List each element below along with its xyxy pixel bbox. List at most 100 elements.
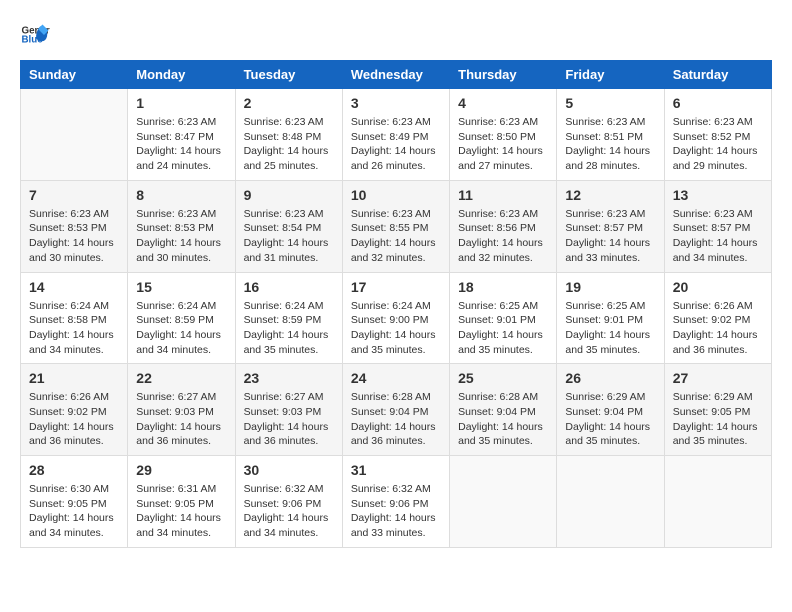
- calendar-day-cell: 6 Sunrise: 6:23 AMSunset: 8:52 PMDaylight…: [664, 89, 771, 181]
- day-info: Sunrise: 6:23 AMSunset: 8:47 PMDaylight:…: [136, 115, 226, 174]
- calendar-day-cell: 20Sunrise: 6:26 AMSunset: 9:02 PMDayligh…: [664, 272, 771, 364]
- day-info: Sunrise: 6:23 AMSunset: 8:53 PMDaylight:…: [136, 207, 226, 266]
- day-number: 31: [351, 462, 441, 478]
- day-info: Sunrise: 6:23 AMSunset: 8:52 PMDaylight:…: [673, 115, 763, 174]
- calendar-day-cell: 1 Sunrise: 6:23 AMSunset: 8:47 PMDaylight…: [128, 89, 235, 181]
- calendar-day-cell: 11 Sunrise: 6:23 AMSunset: 8:56 PMDayligh…: [450, 180, 557, 272]
- calendar-header-row: SundayMondayTuesdayWednesdayThursdayFrid…: [21, 61, 772, 89]
- day-info: Sunrise: 6:26 AMSunset: 9:02 PMDaylight:…: [673, 299, 763, 358]
- calendar-day-cell: 21 Sunrise: 6:26 AMSunset: 9:02 PMDayligh…: [21, 364, 128, 456]
- day-number: 7: [29, 187, 119, 203]
- day-number: 16: [244, 279, 334, 295]
- calendar-day-cell: 5 Sunrise: 6:23 AMSunset: 8:51 PMDaylight…: [557, 89, 664, 181]
- day-number: 22: [136, 370, 226, 386]
- calendar-day-cell: [21, 89, 128, 181]
- day-number: 10: [351, 187, 441, 203]
- col-header-thursday: Thursday: [450, 61, 557, 89]
- day-info: Sunrise: 6:29 AMSunset: 9:05 PMDaylight:…: [673, 390, 763, 449]
- calendar-day-cell: [664, 456, 771, 548]
- day-number: 27: [673, 370, 763, 386]
- calendar-day-cell: 3Sunrise: 6:23 AMSunset: 8:49 PMDaylight…: [342, 89, 449, 181]
- logo: General Blue: [20, 20, 54, 50]
- day-number: 2: [244, 95, 334, 111]
- day-info: Sunrise: 6:23 AMSunset: 8:57 PMDaylight:…: [565, 207, 655, 266]
- calendar-week-row: 28 Sunrise: 6:30 AMSunset: 9:05 PMDayligh…: [21, 456, 772, 548]
- calendar-day-cell: 23Sunrise: 6:27 AMSunset: 9:03 PMDayligh…: [235, 364, 342, 456]
- calendar-day-cell: 12Sunrise: 6:23 AMSunset: 8:57 PMDayligh…: [557, 180, 664, 272]
- calendar-day-cell: 26 Sunrise: 6:29 AMSunset: 9:04 PMDayligh…: [557, 364, 664, 456]
- svg-text:Blue: Blue: [22, 35, 44, 46]
- calendar-day-cell: 2 Sunrise: 6:23 AMSunset: 8:48 PMDaylight…: [235, 89, 342, 181]
- calendar-day-cell: 30Sunrise: 6:32 AMSunset: 9:06 PMDayligh…: [235, 456, 342, 548]
- day-number: 23: [244, 370, 334, 386]
- calendar-table: SundayMondayTuesdayWednesdayThursdayFrid…: [20, 60, 772, 548]
- calendar-day-cell: 13 Sunrise: 6:23 AMSunset: 8:57 PMDayligh…: [664, 180, 771, 272]
- day-info: Sunrise: 6:29 AMSunset: 9:04 PMDaylight:…: [565, 390, 655, 449]
- day-info: Sunrise: 6:23 AMSunset: 8:54 PMDaylight:…: [244, 207, 334, 266]
- day-info: Sunrise: 6:23 AMSunset: 8:50 PMDaylight:…: [458, 115, 548, 174]
- calendar-day-cell: 8 Sunrise: 6:23 AMSunset: 8:53 PMDaylight…: [128, 180, 235, 272]
- calendar-day-cell: 15Sunrise: 6:24 AMSunset: 8:59 PMDayligh…: [128, 272, 235, 364]
- calendar-week-row: 21 Sunrise: 6:26 AMSunset: 9:02 PMDayligh…: [21, 364, 772, 456]
- calendar-day-cell: 27 Sunrise: 6:29 AMSunset: 9:05 PMDayligh…: [664, 364, 771, 456]
- day-number: 19: [565, 279, 655, 295]
- day-number: 28: [29, 462, 119, 478]
- day-number: 26: [565, 370, 655, 386]
- day-info: Sunrise: 6:24 AMSunset: 9:00 PMDaylight:…: [351, 299, 441, 358]
- day-info: Sunrise: 6:28 AMSunset: 9:04 PMDaylight:…: [458, 390, 548, 449]
- day-number: 15: [136, 279, 226, 295]
- calendar-day-cell: 28 Sunrise: 6:30 AMSunset: 9:05 PMDayligh…: [21, 456, 128, 548]
- calendar-day-cell: 9 Sunrise: 6:23 AMSunset: 8:54 PMDaylight…: [235, 180, 342, 272]
- day-info: Sunrise: 6:23 AMSunset: 8:57 PMDaylight:…: [673, 207, 763, 266]
- day-info: Sunrise: 6:23 AMSunset: 8:55 PMDaylight:…: [351, 207, 441, 266]
- day-info: Sunrise: 6:28 AMSunset: 9:04 PMDaylight:…: [351, 390, 441, 449]
- day-number: 25: [458, 370, 548, 386]
- day-number: 5: [565, 95, 655, 111]
- day-number: 14: [29, 279, 119, 295]
- day-info: Sunrise: 6:30 AMSunset: 9:05 PMDaylight:…: [29, 482, 119, 541]
- calendar-day-cell: [557, 456, 664, 548]
- calendar-day-cell: 17Sunrise: 6:24 AMSunset: 9:00 PMDayligh…: [342, 272, 449, 364]
- col-header-tuesday: Tuesday: [235, 61, 342, 89]
- calendar-day-cell: 19 Sunrise: 6:25 AMSunset: 9:01 PMDayligh…: [557, 272, 664, 364]
- day-number: 3: [351, 95, 441, 111]
- day-info: Sunrise: 6:23 AMSunset: 8:51 PMDaylight:…: [565, 115, 655, 174]
- col-header-wednesday: Wednesday: [342, 61, 449, 89]
- day-number: 21: [29, 370, 119, 386]
- day-number: 6: [673, 95, 763, 111]
- calendar-day-cell: 24Sunrise: 6:28 AMSunset: 9:04 PMDayligh…: [342, 364, 449, 456]
- day-info: Sunrise: 6:32 AMSunset: 9:06 PMDaylight:…: [351, 482, 441, 541]
- day-number: 9: [244, 187, 334, 203]
- day-info: Sunrise: 6:25 AMSunset: 9:01 PMDaylight:…: [458, 299, 548, 358]
- calendar-day-cell: 29 Sunrise: 6:31 AMSunset: 9:05 PMDayligh…: [128, 456, 235, 548]
- day-number: 13: [673, 187, 763, 203]
- logo-icon: General Blue: [20, 20, 50, 50]
- col-header-saturday: Saturday: [664, 61, 771, 89]
- day-info: Sunrise: 6:25 AMSunset: 9:01 PMDaylight:…: [565, 299, 655, 358]
- col-header-sunday: Sunday: [21, 61, 128, 89]
- day-number: 8: [136, 187, 226, 203]
- day-number: 18: [458, 279, 548, 295]
- calendar-day-cell: 16Sunrise: 6:24 AMSunset: 8:59 PMDayligh…: [235, 272, 342, 364]
- calendar-day-cell: 22 Sunrise: 6:27 AMSunset: 9:03 PMDayligh…: [128, 364, 235, 456]
- day-info: Sunrise: 6:23 AMSunset: 8:53 PMDaylight:…: [29, 207, 119, 266]
- header: General Blue: [20, 20, 772, 50]
- day-info: Sunrise: 6:23 AMSunset: 8:56 PMDaylight:…: [458, 207, 548, 266]
- day-number: 4: [458, 95, 548, 111]
- calendar-day-cell: 14 Sunrise: 6:24 AMSunset: 8:58 PMDayligh…: [21, 272, 128, 364]
- day-number: 1: [136, 95, 226, 111]
- calendar-day-cell: 10 Sunrise: 6:23 AMSunset: 8:55 PMDayligh…: [342, 180, 449, 272]
- calendar-day-cell: [450, 456, 557, 548]
- day-info: Sunrise: 6:23 AMSunset: 8:48 PMDaylight:…: [244, 115, 334, 174]
- col-header-friday: Friday: [557, 61, 664, 89]
- calendar-week-row: 14 Sunrise: 6:24 AMSunset: 8:58 PMDayligh…: [21, 272, 772, 364]
- col-header-monday: Monday: [128, 61, 235, 89]
- day-info: Sunrise: 6:31 AMSunset: 9:05 PMDaylight:…: [136, 482, 226, 541]
- day-info: Sunrise: 6:26 AMSunset: 9:02 PMDaylight:…: [29, 390, 119, 449]
- day-info: Sunrise: 6:27 AMSunset: 9:03 PMDaylight:…: [136, 390, 226, 449]
- day-info: Sunrise: 6:24 AMSunset: 8:58 PMDaylight:…: [29, 299, 119, 358]
- day-number: 29: [136, 462, 226, 478]
- calendar-day-cell: 7 Sunrise: 6:23 AMSunset: 8:53 PMDaylight…: [21, 180, 128, 272]
- calendar-day-cell: 25 Sunrise: 6:28 AMSunset: 9:04 PMDayligh…: [450, 364, 557, 456]
- day-number: 11: [458, 187, 548, 203]
